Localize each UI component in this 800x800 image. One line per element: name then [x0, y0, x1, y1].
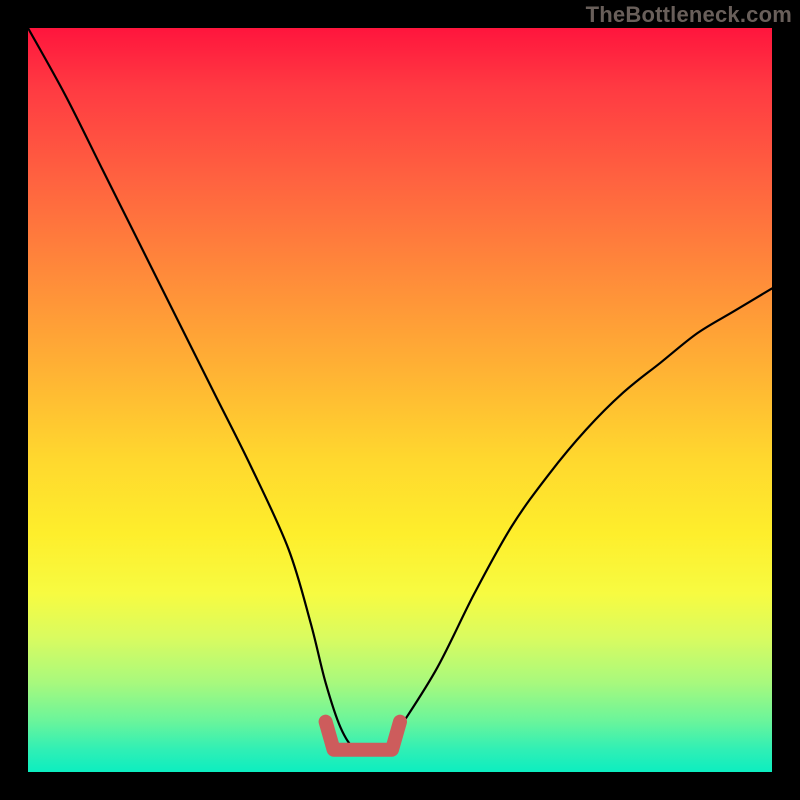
plot-area: [28, 28, 772, 772]
chart-frame: TheBottleneck.com: [0, 0, 800, 800]
watermark-text: TheBottleneck.com: [586, 2, 792, 28]
chart-svg: [28, 28, 772, 772]
optimal-band-path: [326, 722, 400, 750]
bottleneck-curve-path: [28, 28, 772, 751]
